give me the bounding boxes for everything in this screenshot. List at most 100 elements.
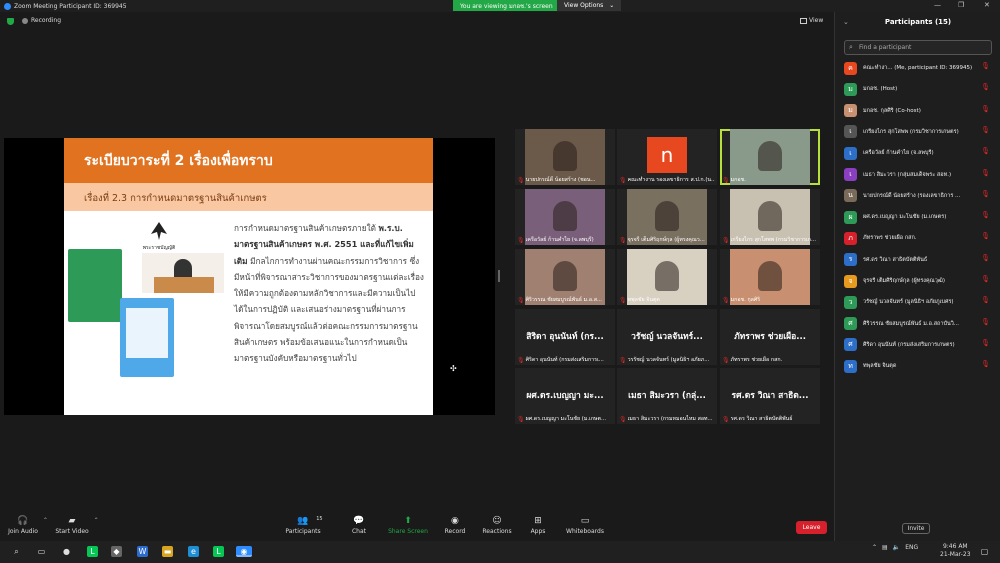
maximize-icon[interactable]: ❐ [958,1,964,9]
mic-muted-icon[interactable]: 🎙 [981,190,990,198]
participant-list-name: ทพุลชัย จินตุด [863,363,897,370]
participant-video-tile[interactable]: 🎙 ทพุลชัย จินตุด [617,249,717,305]
participant-video-tile[interactable]: 🎙 เกรียงไกร สุกโสพพ (กรมวิชาการเก... [720,189,820,245]
chevron-up-icon[interactable]: ⌃ [43,517,48,524]
participant-list-item[interactable]: ม มกอช. (Host) 🎙 [844,80,996,98]
mic-muted-icon: 🎙 [619,176,627,184]
mic-muted-icon[interactable]: 🎙 [981,169,990,177]
shield-icon[interactable] [7,18,14,25]
participant-video-tile[interactable]: 🎙 เครือวัลย์ ก้านคำไย (จ.ลพบุรี) [515,189,615,245]
participant-video-tile[interactable]: เมธา สิมะวรา (กลุ่... 🎙 เมธา สิมะวรา (กรมห… [617,368,717,424]
participant-list-item[interactable]: ค คณะทำงา... (Me, participant ID: 369945)… [844,59,996,77]
zoom-taskbar-icon[interactable]: ◉ [236,546,252,557]
share-screen-button[interactable]: ⬆ Share Screen [388,517,428,536]
whiteboards-button[interactable]: ▭ Whiteboards [566,517,604,536]
minimize-icon[interactable]: — [934,1,941,9]
participant-video-tile[interactable]: n 🎙 คณะทำงาน รองเลขาธิการ ส.ป.ก.(น... [617,129,717,185]
participant-video-tile[interactable]: 🎙 มกอช. [720,129,820,185]
participant-list-item[interactable]: เ เกรียงไกร สุกโสพพ (กรมวิชาการเกษตร) 🎙 [844,123,996,141]
video-off-icon: ▰ [68,516,76,526]
join-audio-button[interactable]: 🎧 Join Audio ⌃ [8,517,48,536]
participant-list-item[interactable]: ผ ผศ.ดร.เบญญา มะโนชัย (ม.เกษตร) 🎙 [844,208,996,226]
participant-video-tile[interactable]: ภัทราพร ช่วยเผือ... 🎙 ภัทราพร ช่วยเผือ กสก… [720,309,820,365]
person-silhouette [655,261,679,291]
mic-muted-icon: 🎙 [517,296,525,304]
line-icon[interactable]: L [213,546,224,557]
split-handle[interactable] [498,270,500,282]
language-indicator[interactable]: ENG [905,544,918,551]
mic-muted-icon[interactable]: 🎙 [981,105,990,113]
emblem-text: พระราชบัญญัติ [143,244,176,251]
participant-list-item[interactable]: ม มกอช. กุลศิริ (Co-host) 🎙 [844,102,996,120]
app-icon[interactable]: ◆ [111,546,122,557]
participant-list-name: มกอช. (Host) [863,86,898,93]
mic-muted-icon[interactable]: 🎙 [981,360,990,368]
participants-button[interactable]: 👥 Participants 15 [285,516,322,535]
mic-muted-icon[interactable]: 🎙 [981,147,990,155]
record-button[interactable]: ◉ Record [445,517,466,536]
mic-muted-icon[interactable]: 🎙 [981,83,990,91]
mic-muted-icon[interactable]: 🎙 [981,296,990,304]
mic-muted-icon[interactable]: 🎙 [981,232,990,240]
mic-muted-icon[interactable]: 🎙 [981,275,990,283]
view-button[interactable]: View [800,17,823,24]
apps-button[interactable]: ⊞ Apps [531,517,546,536]
participant-video-tile[interactable]: รศ.ดร วิณา สาธิต... 🎙 รศ.ดร วิณา สาธิตบัตต… [720,368,820,424]
participants-panel: ⌄ Participants (15) ⌕ Find a participant ค… [834,12,1000,541]
participant-video-tile[interactable]: 🎙 ศิริวรรณ ชัยสมบูรณ์พันธ์ ม.อ.ส... [515,249,615,305]
mic-muted-icon[interactable]: 🎙 [981,254,990,262]
word-icon[interactable]: W [137,546,148,557]
mic-muted-icon[interactable]: 🎙 [981,126,990,134]
participant-list-item[interactable]: จ จุรจรี เต็มศิริฤกษ์กุล (ผู้ทรงคุณวุฒิ) 🎙 [844,272,996,290]
participant-video-tile[interactable]: 🎙 นายปกรณ์ดิ์ น้อยสร้าง (ชอน... [515,129,615,185]
reactions-button[interactable]: ☺ Reactions [482,517,511,536]
leave-button[interactable]: Leave [796,521,827,534]
participant-video-tile[interactable]: 🎙 จุรจรี เต็มศิริฤกษ์กุล (ผู้ทรงคุณว... [617,189,717,245]
participant-list-item[interactable]: ท ทพุลชัย จินตุด 🎙 [844,357,996,375]
search-icon[interactable]: ⌕ [11,546,22,557]
participant-list-name: รศ.ดร วิณา สาธิตบัตติพันธ์ [863,256,928,263]
speaker-icon[interactable]: 🔈 [893,544,900,551]
chat-icon: 💬 [353,516,365,526]
mic-muted-icon[interactable]: 🎙 [981,211,990,219]
notification-icon[interactable]: ▢ [979,546,990,557]
participant-list-item[interactable]: ร รศ.ดร วิณา สาธิตบัตติพันธ์ 🎙 [844,251,996,269]
apple-icon[interactable]: ● [61,546,72,557]
folder-icon[interactable]: ▬ [162,546,173,557]
participant-video-tile[interactable]: วรัชญ์ นวลจันทร์... 🎙 วรรัชญ์ นวลจันทร์ (ม… [617,309,717,365]
mic-muted-icon[interactable]: 🎙 [981,62,990,70]
participant-list-item[interactable]: ว วรัชญ์ นวลจันทร์ (มูลนิธิฯ อภัยภูเบศร) 🎙 [844,293,996,311]
slide-body-text: การกำหนดมาตรฐานสินค้าเกษตรภายใต้ พ.ร.บ. … [234,223,424,364]
taskbar-clock[interactable]: 9:46 AM 21-Mar-23 [940,543,971,559]
participant-video-tile[interactable]: ผศ.ดร.เบญญา มะ... 🎙 ผศ.ดร.เบญญา มะโนชัย (ม… [515,368,615,424]
participant-list-name: เกรียงไกร สุกโสพพ (กรมวิชาการเกษตร) [863,128,959,135]
network-icon[interactable]: ▤ [882,544,888,551]
chevron-down-icon: ⌄ [609,2,615,9]
participant-search-input[interactable]: ⌕ Find a participant [844,40,992,55]
participant-list-item[interactable]: ศ ศิริวรรณ ชัยสมบูรณ์พันธ์ ม.อ.สถาบันวิ..… [844,315,996,333]
view-options-button[interactable]: View Options ⌄ [557,0,622,11]
close-icon[interactable]: ✕ [984,1,990,9]
invite-button[interactable]: Invite [902,523,930,534]
mic-muted-icon: 🎙 [722,356,730,364]
mic-muted-icon: 🎙 [619,415,627,423]
chevron-up-icon[interactable]: ⌃ [872,544,877,551]
participant-list-item[interactable]: ศ ศิริดา อุนนันท์ (กรมส่งเสริมการเกษตร) 🎙 [844,336,996,354]
mic-muted-icon[interactable]: 🎙 [981,339,990,347]
chat-button[interactable]: 💬 Chat [352,516,366,536]
collapse-chevron-icon[interactable]: ⌄ [843,12,849,33]
mic-muted-icon[interactable]: 🎙 [981,318,990,326]
participant-video-tile[interactable]: 🎙 มกอช. กุลศิริ [720,249,820,305]
participant-list-item[interactable]: ภ ภัทราพร ช่วยเผือ กสก. 🎙 [844,229,996,247]
edge-icon[interactable]: e [188,546,199,557]
participant-list-name: เครือวัลย์ ก้านคำไย (จ.ลพบุรี) [863,150,934,157]
judge-illustration [142,253,224,293]
start-video-button[interactable]: ▰ Start Video ⌃ [55,516,98,536]
participant-list-item[interactable]: เ เมธา สิมะวรา (กลุ่มสมเด็จพระ สอท.) 🎙 [844,166,996,184]
participant-list-item[interactable]: เ เครือวัลย์ ก้านคำไย (จ.ลพบุรี) 🎙 [844,144,996,162]
chevron-up-icon[interactable]: ⌃ [94,517,99,524]
participant-list-item[interactable]: น นายปกรณ์ดิ์ น้อยสร้าง (รองเลขาธิการ ...… [844,187,996,205]
task-view-icon[interactable]: ▭ [36,546,47,557]
line-icon[interactable]: L [87,546,98,557]
participant-video-tile[interactable]: สิริดา อุนนันท์ (กร... 🎙 ศิริดา อุนนันท์ (… [515,309,615,365]
